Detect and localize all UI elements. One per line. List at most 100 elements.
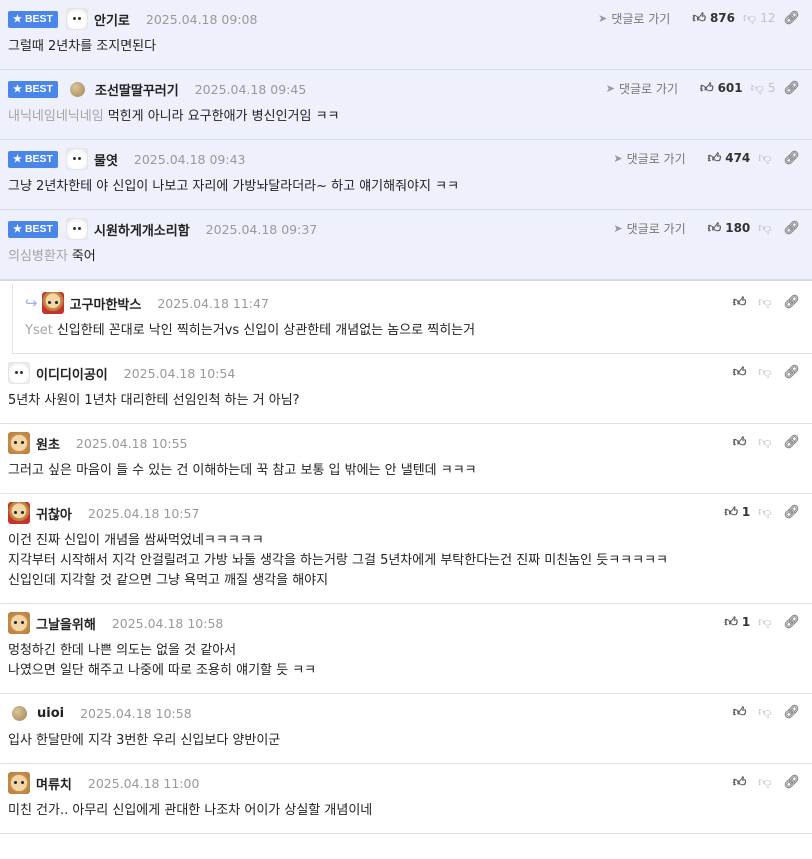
upvote-count: 1 bbox=[741, 505, 751, 519]
upvote-button[interactable]: 👍︎ bbox=[733, 435, 751, 450]
comment-header: 며류치 2025.04.18 11:00 bbox=[8, 772, 812, 794]
upvote-button[interactable]: 👍︎ 180 bbox=[708, 221, 751, 236]
best-badge: ★ BEST bbox=[8, 150, 58, 168]
thumbs-up-icon: 👍︎ bbox=[732, 364, 747, 380]
go-to-comment-link[interactable]: ➤ 댓글로 가기 bbox=[598, 10, 670, 27]
avatar[interactable] bbox=[8, 502, 30, 524]
avatar[interactable] bbox=[12, 706, 27, 721]
go-to-comment-link[interactable]: ➤ 댓글로 가기 bbox=[613, 220, 685, 237]
upvote-button[interactable]: 👍︎ 1 bbox=[724, 505, 750, 520]
send-icon: ➤ bbox=[613, 221, 623, 235]
star-icon: ★ bbox=[13, 83, 22, 95]
nickname[interactable]: 원초 bbox=[36, 434, 60, 453]
thumbs-up-icon: 👍︎ bbox=[724, 614, 738, 630]
downvote-button[interactable]: 👎︎ bbox=[758, 705, 775, 720]
permalink-button[interactable]: 🔗︎ bbox=[783, 221, 800, 236]
avatar[interactable] bbox=[41, 292, 64, 314]
go-to-comment-link[interactable]: ➤ 댓글로 가기 bbox=[606, 80, 678, 97]
comment-date: 2025.04.18 10:58 bbox=[111, 615, 224, 631]
best-badge: ★ BEST bbox=[8, 220, 58, 238]
mention-tag[interactable]: 의심병환자 bbox=[8, 249, 68, 264]
downvote-button[interactable]: 👎︎ bbox=[758, 505, 775, 520]
upvote-button[interactable]: 👍︎ bbox=[733, 295, 751, 310]
permalink-button[interactable]: 🔗︎ bbox=[783, 295, 800, 310]
comment-actions: 👍︎ 👎︎ 🔗︎ bbox=[725, 772, 800, 792]
avatar[interactable] bbox=[8, 432, 30, 454]
avatar[interactable] bbox=[65, 148, 88, 170]
permalink-button[interactable]: 🔗︎ bbox=[783, 705, 800, 720]
downvote-button[interactable]: 👎︎ 5 bbox=[751, 81, 776, 96]
reply-comment: ↪ 고구마한박스 2025.04.18 11:47 👍︎ 👎︎ 🔗︎ Yset 신… bbox=[12, 284, 812, 354]
comment-header: 그날을위해 2025.04.18 10:58 bbox=[8, 612, 812, 634]
comment: 그날을위해 2025.04.18 10:58 👍︎ 1 👎︎ 🔗︎ 멍청하긴 한데… bbox=[0, 604, 812, 694]
comment-header: 원초 2025.04.18 10:55 bbox=[8, 432, 812, 454]
go-to-comment-link[interactable]: ➤ 댓글로 가기 bbox=[613, 150, 685, 167]
comment-date: 2025.04.18 09:37 bbox=[205, 221, 318, 237]
upvote-button[interactable]: 👍︎ bbox=[733, 775, 751, 790]
nickname[interactable]: 조선딸딸꾸러기 bbox=[95, 80, 179, 99]
upvote-button[interactable]: 👍︎ 876 bbox=[692, 11, 735, 26]
mention-tag[interactable]: Yset bbox=[25, 323, 53, 338]
downvote-button[interactable]: 👎︎ bbox=[758, 295, 775, 310]
upvote-button[interactable]: 👍︎ bbox=[733, 365, 751, 380]
mention-tag[interactable]: 내닉네임네닉네임 bbox=[8, 109, 104, 124]
comment-date: 2025.04.18 10:54 bbox=[123, 365, 236, 381]
downvote-button[interactable]: 👎︎ bbox=[758, 775, 775, 790]
downvote-button[interactable]: 👎︎ bbox=[758, 221, 775, 236]
nickname[interactable]: 물엿 bbox=[94, 150, 118, 169]
link-icon: 🔗︎ bbox=[783, 150, 800, 166]
nickname[interactable]: 고구마한박스 bbox=[70, 294, 142, 313]
comment-actions: 👍︎ 👎︎ 🔗︎ bbox=[725, 702, 800, 722]
avatar[interactable] bbox=[8, 362, 30, 384]
avatar[interactable] bbox=[8, 772, 30, 794]
thumbs-down-icon: 👎︎ bbox=[758, 150, 772, 166]
permalink-button[interactable]: 🔗︎ bbox=[783, 11, 800, 26]
reply-arrow-icon: ↪ bbox=[25, 294, 38, 312]
comment-body: 의심병환자 죽어 bbox=[8, 249, 96, 264]
downvote-button[interactable]: 👎︎ 12 bbox=[743, 11, 775, 26]
upvote-count: 180 bbox=[725, 221, 751, 235]
comment-date: 2025.04.18 09:45 bbox=[194, 81, 307, 97]
upvote-button[interactable]: 👍︎ 474 bbox=[708, 151, 751, 166]
downvote-button[interactable]: 👎︎ bbox=[758, 615, 775, 630]
permalink-button[interactable]: 🔗︎ bbox=[783, 435, 800, 450]
permalink-button[interactable]: 🔗︎ bbox=[783, 775, 800, 790]
comment-actions: 👍︎ 👎︎ 🔗︎ bbox=[725, 362, 800, 382]
upvote-button[interactable]: 👍︎ 601 bbox=[700, 81, 743, 96]
send-icon: ➤ bbox=[613, 151, 623, 165]
nickname[interactable]: 안기로 bbox=[94, 10, 130, 29]
permalink-button[interactable]: 🔗︎ bbox=[783, 81, 800, 96]
comment: 이디디이공이 2025.04.18 10:54 👍︎ 👎︎ 🔗︎ 5년차 사원이… bbox=[0, 354, 812, 424]
upvote-count: 474 bbox=[725, 151, 751, 165]
downvote-button[interactable]: 👎︎ bbox=[758, 151, 775, 166]
upvote-button[interactable]: 👍︎ bbox=[733, 705, 751, 720]
downvote-button[interactable]: 👎︎ bbox=[758, 365, 775, 380]
downvote-button[interactable]: 👎︎ bbox=[758, 435, 775, 450]
send-icon: ➤ bbox=[598, 11, 608, 25]
permalink-button[interactable]: 🔗︎ bbox=[783, 365, 800, 380]
comment: 귀찮아 2025.04.18 10:57 👍︎ 1 👎︎ 🔗︎ 이건 진짜 신입이… bbox=[0, 494, 812, 604]
thumbs-up-icon: 👍︎ bbox=[732, 704, 747, 720]
permalink-button[interactable]: 🔗︎ bbox=[783, 151, 800, 166]
permalink-button[interactable]: 🔗︎ bbox=[783, 615, 800, 630]
thumbs-down-icon: 👎︎ bbox=[758, 434, 772, 450]
upvote-count: 601 bbox=[717, 81, 743, 95]
comment: uioi 2025.04.18 10:58 👍︎ 👎︎ 🔗︎ 입사 한달만에 지… bbox=[0, 694, 812, 764]
permalink-button[interactable]: 🔗︎ bbox=[783, 505, 800, 520]
nickname[interactable]: 시원하게개소리함 bbox=[94, 220, 190, 239]
avatar[interactable] bbox=[69, 82, 85, 97]
nickname[interactable]: uioi bbox=[37, 706, 64, 721]
comment-date: 2025.04.18 11:47 bbox=[157, 295, 269, 311]
nickname[interactable]: 이디디이공이 bbox=[36, 364, 108, 383]
comment-body: 5년차 사원이 1년차 대리한테 선임인척 하는 거 아님? bbox=[8, 393, 300, 408]
link-icon: 🔗︎ bbox=[783, 434, 800, 450]
avatar[interactable] bbox=[65, 218, 88, 240]
link-icon: 🔗︎ bbox=[783, 294, 800, 310]
best-comment: ★ BEST 시원하게개소리함 2025.04.18 09:37 ➤ 댓글로 가기 … bbox=[0, 210, 812, 280]
nickname[interactable]: 그날을위해 bbox=[36, 614, 96, 633]
nickname[interactable]: 귀찮아 bbox=[36, 504, 72, 523]
upvote-button[interactable]: 👍︎ 1 bbox=[724, 615, 750, 630]
avatar[interactable] bbox=[65, 8, 88, 30]
avatar[interactable] bbox=[8, 612, 30, 634]
nickname[interactable]: 며류치 bbox=[36, 774, 72, 793]
